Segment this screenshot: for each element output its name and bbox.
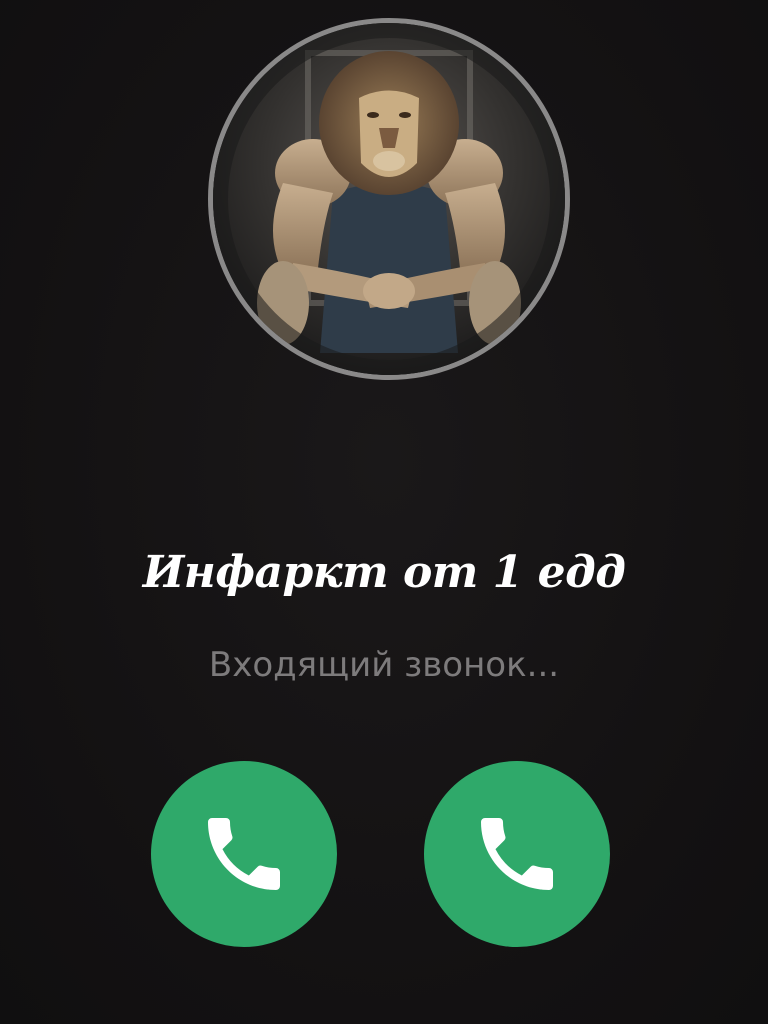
call-button-right[interactable] (424, 761, 610, 947)
incoming-call-screen: Инфаркт от 1 едд Входящий звонок... (0, 0, 768, 1024)
caller-name: Инфаркт от 1 едд (142, 547, 626, 598)
phone-icon (208, 818, 280, 890)
lion-avatar-image (213, 23, 565, 375)
call-button-left[interactable] (151, 761, 337, 947)
call-status-text: Входящий звонок... (208, 645, 560, 685)
phone-icon (481, 818, 553, 890)
caller-avatar (208, 18, 570, 380)
